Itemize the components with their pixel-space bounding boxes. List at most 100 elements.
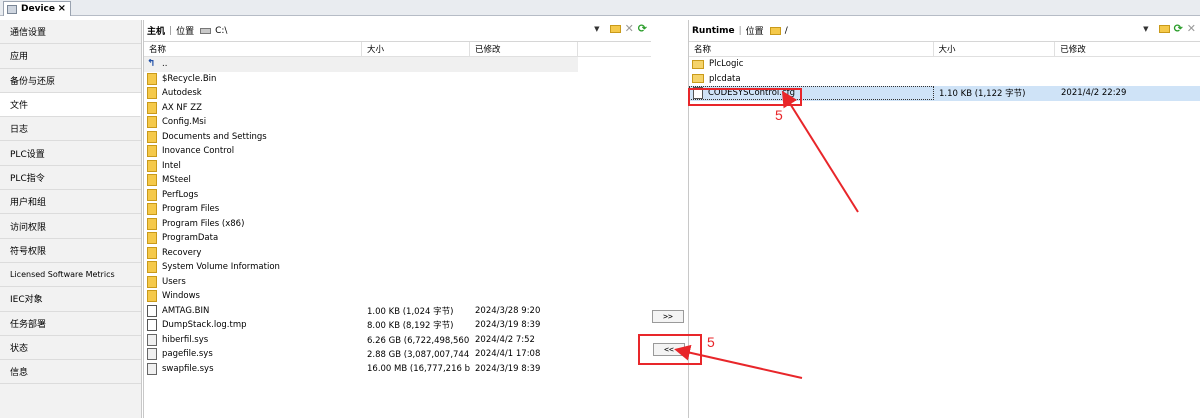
sidebar-item[interactable]: 备份与还原 xyxy=(0,68,141,93)
file-name: Program Files (x86) xyxy=(162,218,245,229)
file-row[interactable]: Intel xyxy=(144,159,578,174)
sidebar-item[interactable]: 状态 xyxy=(0,335,141,361)
delete-icon[interactable]: ✕ xyxy=(625,23,634,34)
sidebar-item[interactable]: Licensed Software Metrics xyxy=(0,262,141,288)
host-panel-header: 主机 | 位置 C:\ ▼ ✕ ⟳ xyxy=(144,20,651,42)
location-label: 位置 xyxy=(176,27,195,37)
chevron-down-icon[interactable]: ▼ xyxy=(594,25,599,33)
file-row[interactable]: ProgramData xyxy=(144,231,578,246)
column-name[interactable]: 名称 xyxy=(689,41,934,57)
column-size[interactable]: 大小 xyxy=(362,41,470,57)
folder-icon xyxy=(147,246,157,259)
sidebar-item[interactable]: IEC对象 xyxy=(0,287,141,312)
file-size: 2.88 GB (3,087,007,744 字节) xyxy=(367,350,470,361)
sidebar-item[interactable]: 信息 xyxy=(0,360,141,385)
folder-icon xyxy=(147,116,157,129)
file-row[interactable]: Config.Msi xyxy=(144,115,578,130)
file-row[interactable]: Autodesk xyxy=(144,86,578,101)
sidebar-item[interactable]: 任务部署 xyxy=(0,311,141,336)
file-row[interactable]: $Recycle.Bin xyxy=(144,72,578,87)
parent-directory-row[interactable]: ↰ .. xyxy=(144,57,578,72)
separator: | xyxy=(738,25,742,36)
host-file-list: ↰ .. $Recycle.Bin Autodesk AX NF ZZ Config.… xyxy=(144,57,651,376)
file-row[interactable]: Windows xyxy=(144,289,578,304)
file-row[interactable]: hiberfil.sys 6.26 GB (6,722,498,560 字节) 20… xyxy=(144,333,578,348)
folder-icon xyxy=(147,232,157,245)
file-name: MSteel xyxy=(162,175,191,186)
system-file-icon xyxy=(147,362,157,375)
file-name: hiberfil.sys xyxy=(162,334,209,345)
runtime-path[interactable]: / xyxy=(785,26,788,36)
sidebar-item[interactable]: 文件 xyxy=(0,92,141,118)
file-row[interactable]: swapfile.sys 16.00 MB (16,777,216 bytes) 2… xyxy=(144,362,578,377)
new-folder-icon[interactable] xyxy=(609,25,621,33)
file-modified: 2024/4/2 7:52 xyxy=(475,334,535,345)
folder-icon xyxy=(147,188,157,201)
host-column-header: 名称 大小 已修改 xyxy=(144,41,651,57)
runtime-column-header: 名称 大小 已修改 xyxy=(689,41,1200,57)
file-row[interactable]: Recovery xyxy=(144,246,578,261)
folder-icon xyxy=(147,101,157,114)
host-path[interactable]: C:\ xyxy=(215,26,227,36)
file-name: PlcLogic xyxy=(709,59,744,70)
file-row[interactable]: Users xyxy=(144,275,578,290)
delete-icon[interactable]: ✕ xyxy=(1187,23,1196,34)
location-label: 位置 xyxy=(745,27,764,37)
host-toolbar: ▼ ✕ ⟳ xyxy=(594,23,647,34)
file-icon xyxy=(147,319,157,332)
folder-icon xyxy=(147,203,157,216)
column-size[interactable]: 大小 xyxy=(934,41,1056,57)
column-modified[interactable]: 已修改 xyxy=(1055,42,1200,57)
drive-icon xyxy=(200,27,212,34)
copy-to-runtime-button[interactable]: >> xyxy=(652,310,684,323)
sidebar-item[interactable]: 日志 xyxy=(0,117,141,142)
sidebar-item[interactable]: 用户和组 xyxy=(0,190,141,215)
file-modified: 2024/3/28 9:20 xyxy=(475,305,541,316)
folder-icon xyxy=(147,145,157,158)
folder-icon xyxy=(692,59,704,69)
system-file-icon xyxy=(147,333,157,346)
tab-label: Device xyxy=(21,4,55,14)
chevron-down-icon[interactable]: ▼ xyxy=(1143,25,1148,33)
file-row[interactable]: pagefile.sys 2.88 GB (3,087,007,744 字节) 20… xyxy=(144,347,578,362)
column-modified[interactable]: 已修改 xyxy=(470,41,578,57)
file-row[interactable]: Program Files xyxy=(144,202,578,217)
file-row[interactable]: Program Files (x86) xyxy=(144,217,578,232)
file-name: Documents and Settings xyxy=(162,131,267,142)
sidebar-item[interactable]: PLC设置 xyxy=(0,141,141,166)
file-row[interactable]: System Volume Information xyxy=(144,260,578,275)
file-modified: 2024/4/1 17:08 xyxy=(475,349,541,360)
file-size: 16.00 MB (16,777,216 bytes) xyxy=(367,363,470,374)
column-name[interactable]: 名称 xyxy=(144,41,362,57)
sidebar-item[interactable]: 应用 xyxy=(0,44,141,69)
file-row[interactable]: DumpStack.log.tmp 8.00 KB (8,192 字节) 2024/… xyxy=(144,318,578,333)
tab-device[interactable]: Device × xyxy=(3,1,71,16)
sidebar-item[interactable]: PLC指令 xyxy=(0,165,141,191)
annotation-number: 5 xyxy=(775,107,783,123)
file-name: System Volume Information xyxy=(162,262,280,273)
file-row[interactable]: MSteel xyxy=(144,173,578,188)
file-row[interactable]: plcdata xyxy=(689,72,1200,87)
sidebar-item[interactable]: 访问权限 xyxy=(0,214,141,239)
refresh-icon[interactable]: ⟳ xyxy=(1174,23,1183,34)
file-row[interactable]: Documents and Settings xyxy=(144,130,578,145)
sidebar-item[interactable]: 通信设置 xyxy=(0,20,141,45)
file-name: swapfile.sys xyxy=(162,363,214,374)
file-row[interactable]: PerfLogs xyxy=(144,188,578,203)
folder-icon xyxy=(147,72,157,85)
sidebar-item[interactable]: 符号权限 xyxy=(0,238,141,263)
file-name: Inovance Control xyxy=(162,146,235,157)
host-title: 主机 xyxy=(147,27,166,37)
highlight-box-button xyxy=(638,334,702,365)
refresh-icon[interactable]: ⟳ xyxy=(638,23,647,34)
runtime-panel-header: Runtime | 位置 / ▼ ⟳ ✕ xyxy=(689,20,1200,42)
new-folder-icon[interactable] xyxy=(1158,25,1170,33)
file-row[interactable]: AX NF ZZ xyxy=(144,101,578,116)
close-icon[interactable]: × xyxy=(58,3,66,14)
file-name: Recovery xyxy=(162,247,202,258)
file-row[interactable]: AMTAG.BIN 1.00 KB (1,024 字节) 2024/3/28 9:2… xyxy=(144,304,578,319)
folder-icon xyxy=(692,74,704,84)
file-row[interactable]: Inovance Control xyxy=(144,144,578,159)
editor-tab-bar: Device × xyxy=(0,0,1200,16)
file-row[interactable]: PlcLogic xyxy=(689,57,1200,72)
